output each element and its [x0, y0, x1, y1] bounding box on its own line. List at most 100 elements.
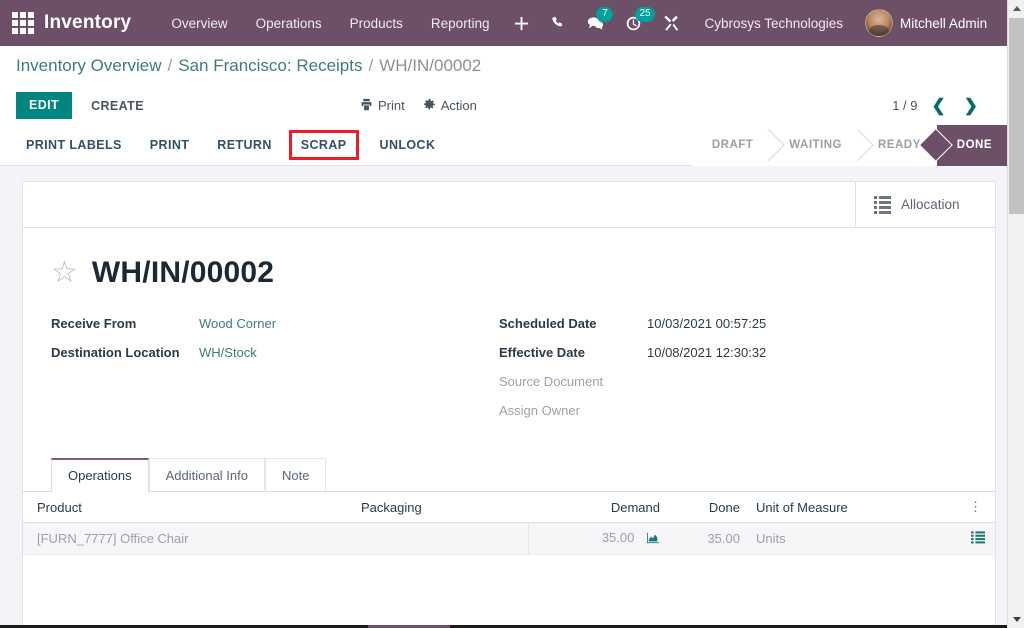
tab-additional-info[interactable]: Additional Info	[149, 458, 265, 492]
breadcrumb-item-san-francisco-receipts[interactable]: San Francisco: Receipts	[178, 56, 362, 76]
unlock-button[interactable]: UNLOCK	[370, 132, 446, 158]
cell-demand-value: 35.00	[602, 530, 635, 545]
user-menu[interactable]: Mitchell Admin	[857, 9, 987, 37]
vertical-dots-icon: ⋮	[969, 499, 983, 514]
pager-next-button[interactable]: ❯	[960, 95, 982, 116]
field-label: Assign Owner	[499, 403, 647, 418]
plus-icon[interactable]	[503, 0, 540, 46]
record-sheet: Allocation ☆ WH/IN/00002 Receive From Wo…	[22, 181, 996, 628]
action-and-status-bar: PRINT LABELS PRINT RETURN SCRAP UNLOCK D…	[0, 125, 1024, 166]
cell-product[interactable]: [FURN_7777] Office Chair	[23, 523, 353, 555]
gear-icon	[423, 98, 436, 114]
allocation-smart-button-label: Allocation	[901, 197, 960, 212]
edit-button[interactable]: EDIT	[16, 92, 72, 119]
status-stage-draft[interactable]: DRAFT	[692, 125, 769, 166]
field-label: Destination Location	[51, 345, 199, 360]
cell-detailed-operations[interactable]	[961, 523, 995, 555]
form-content-area: Allocation ☆ WH/IN/00002 Receive From Wo…	[0, 167, 1024, 628]
messages-icon[interactable]: 7	[576, 0, 615, 46]
operations-table: Product Packaging Demand Done Unit of Me…	[23, 492, 995, 555]
pager: 1 / 9 ❮ ❯	[892, 95, 1008, 116]
scroll-down-arrow-icon[interactable]	[1008, 611, 1024, 628]
field-label: Source Document	[499, 374, 647, 389]
company-switcher[interactable]: Cybrosys Technologies	[690, 16, 857, 31]
apps-grid-icon[interactable]	[10, 10, 36, 36]
form-fields: Receive From Wood Corner Destination Loc…	[23, 290, 995, 432]
odoo-inventory-receipt-form: Inventory Overview Operations Products R…	[0, 0, 1024, 628]
star-outline-icon[interactable]: ☆	[51, 258, 78, 288]
control-panel-actions: Print Action	[360, 98, 477, 114]
top-navbar: Inventory Overview Operations Products R…	[0, 0, 1024, 46]
table-empty-space	[23, 555, 995, 615]
bars-list-icon	[874, 196, 891, 214]
field-value[interactable]: 10/08/2021 12:30:32	[647, 345, 766, 360]
field-scheduled-date: Scheduled Date 10/03/2021 00:57:25	[499, 316, 947, 331]
breadcrumb-separator: /	[168, 56, 173, 76]
status-stage-label: DONE	[957, 139, 992, 151]
return-button[interactable]: RETURN	[207, 132, 281, 158]
pager-previous-button[interactable]: ❮	[928, 95, 950, 116]
control-panel: EDIT CREATE Print Action 1 / 9 ❮ ❯	[0, 86, 1024, 125]
action-menu-label: Action	[441, 98, 477, 113]
tab-note[interactable]: Note	[265, 458, 326, 492]
app-brand-inventory[interactable]: Inventory	[44, 12, 131, 34]
cell-unit-of-measure[interactable]: Units	[748, 523, 961, 555]
tab-operations[interactable]: Operations	[51, 458, 149, 492]
phone-icon[interactable]	[540, 0, 576, 46]
action-menu[interactable]: Action	[423, 98, 477, 114]
print-menu[interactable]: Print	[360, 98, 405, 114]
cell-done[interactable]: 35.00	[668, 523, 748, 555]
tools-wrench-icon[interactable]	[652, 0, 690, 46]
nav-menu-products[interactable]: Products	[336, 10, 417, 37]
optional-columns-dropdown[interactable]: ⋮	[961, 492, 995, 523]
status-bar: DRAFT WAITING READY DONE	[692, 125, 1024, 166]
pager-value: 1 / 9	[892, 98, 917, 113]
notebook-tabs: Operations Additional Info Note	[23, 440, 995, 492]
create-button[interactable]: CREATE	[78, 93, 157, 119]
smart-button-bar: Allocation	[23, 182, 995, 228]
printer-icon	[360, 98, 373, 114]
allocation-smart-button[interactable]: Allocation	[855, 182, 995, 227]
scrap-button[interactable]: SCRAP	[292, 133, 356, 157]
field-assign-owner: Assign Owner	[499, 403, 947, 418]
detailed-operations-icon[interactable]	[971, 532, 985, 547]
field-value[interactable]: Wood Corner	[199, 316, 276, 331]
user-avatar	[865, 9, 893, 37]
scrollbar-thumb[interactable]	[1009, 18, 1024, 214]
cell-demand[interactable]: 35.00	[528, 523, 668, 555]
nav-menu-operations[interactable]: Operations	[242, 10, 336, 37]
form-column-right: Scheduled Date 10/03/2021 00:57:25 Effec…	[499, 316, 947, 432]
column-header-packaging[interactable]: Packaging	[353, 492, 528, 523]
print-button[interactable]: PRINT	[140, 132, 200, 158]
status-stage-label: WAITING	[789, 139, 842, 151]
column-header-unit-of-measure[interactable]: Unit of Measure	[748, 492, 961, 523]
scroll-up-arrow-icon[interactable]	[1008, 0, 1024, 17]
print-menu-label: Print	[378, 98, 405, 113]
field-receive-from: Receive From Wood Corner	[51, 316, 499, 331]
column-header-demand[interactable]: Demand	[528, 492, 668, 523]
table-row[interactable]: [FURN_7777] Office Chair 35.00 35.00 Uni…	[23, 523, 995, 555]
vertical-scrollbar[interactable]	[1007, 0, 1024, 628]
field-value[interactable]: WH/Stock	[199, 345, 257, 360]
record-title-row: ☆ WH/IN/00002	[23, 228, 995, 290]
column-header-product[interactable]: Product	[23, 492, 353, 523]
nav-menu-reporting[interactable]: Reporting	[417, 10, 504, 37]
page-title: WH/IN/00002	[92, 256, 274, 290]
field-label: Receive From	[51, 316, 199, 331]
breadcrumb-item-inventory-overview[interactable]: Inventory Overview	[16, 56, 162, 76]
print-labels-button[interactable]: PRINT LABELS	[16, 132, 132, 158]
messages-badge: 7	[596, 7, 613, 22]
field-value[interactable]: 10/03/2021 00:57:25	[647, 316, 766, 331]
graph-icon[interactable]	[646, 532, 660, 547]
activities-clock-icon[interactable]: 25	[615, 0, 652, 46]
user-name-label: Mitchell Admin	[900, 16, 987, 31]
status-stage-label: READY	[878, 139, 921, 151]
breadcrumb-item-current: WH/IN/00002	[379, 56, 481, 76]
column-header-done[interactable]: Done	[668, 492, 748, 523]
status-stage-label: DRAFT	[712, 139, 753, 151]
form-column-left: Receive From Wood Corner Destination Loc…	[51, 316, 499, 432]
nav-menu-overview[interactable]: Overview	[157, 10, 241, 37]
field-destination-location: Destination Location WH/Stock	[51, 345, 499, 360]
cell-packaging[interactable]	[353, 523, 528, 555]
breadcrumb-separator: /	[368, 56, 373, 76]
